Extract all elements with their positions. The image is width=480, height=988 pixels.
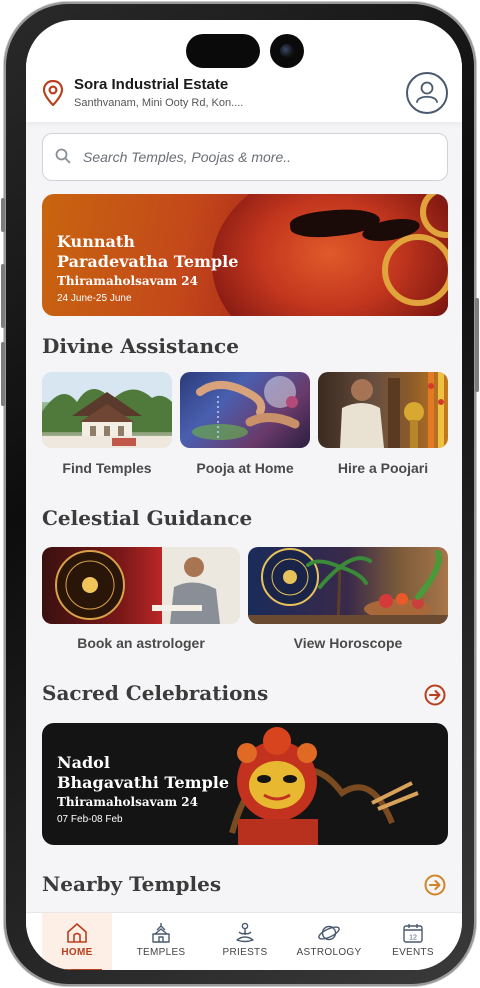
search-icon (55, 148, 71, 164)
hero-dates: 24 June-25 June (57, 293, 132, 304)
hero-title-line2: Paradevatha Temple (57, 252, 239, 271)
book-astrologer-tile[interactable] (42, 547, 240, 624)
celebration-dates: 07 Feb-08 Feb (57, 814, 123, 825)
celebrations-arrow-icon[interactable] (424, 684, 446, 706)
ornament-art (382, 234, 448, 306)
phone-frame: Sora Industrial Estate Santhvanam, Mini … (1, 2, 479, 986)
tab-temples-label: TEMPLES (136, 947, 186, 958)
front-camera (270, 34, 304, 68)
hero-banner[interactable]: Kunnath Paradevatha Temple Thiramaholsav… (42, 194, 448, 316)
active-tab-indicator (52, 969, 102, 970)
celebration-title-line2: Bhagavathi Temple (57, 773, 230, 792)
home-icon (67, 923, 87, 943)
app-screen: Sora Industrial Estate Santhvanam, Mini … (26, 20, 462, 970)
dynamic-island (186, 34, 260, 68)
celebration-title: Nadol Bhagavathi Temple (57, 753, 229, 793)
hero-title: Kunnath Paradevatha Temple (57, 232, 238, 272)
hero-title-line1: Kunnath (57, 232, 135, 251)
astrologer-photo (55, 547, 240, 624)
view-horoscope-tile[interactable] (248, 547, 448, 624)
tab-priests[interactable]: PRIESTS (202, 913, 288, 970)
volume-up-button (1, 264, 5, 328)
celebration-title-line1: Nadol (57, 753, 110, 772)
celestial-guidance-heading: Celestial Guidance (42, 506, 253, 530)
location-pin-icon[interactable] (42, 80, 64, 106)
mute-switch (1, 198, 5, 232)
hire-a-poojari-tile[interactable] (318, 372, 448, 448)
search-placeholder[interactable]: Search Temples, Poojas & more.. (83, 149, 291, 165)
find-temples-tile[interactable] (42, 372, 172, 448)
sacred-celebrations-heading: Sacred Celebrations (42, 681, 269, 705)
location-title[interactable]: Sora Industrial Estate (74, 76, 228, 93)
hire-a-poojari-label[interactable]: Hire a Poojari (318, 460, 448, 476)
tab-events[interactable]: 12 EVENTS (370, 913, 456, 970)
poojari-photo (340, 372, 444, 448)
tab-astrology-label: ASTROLOGY (296, 947, 362, 958)
divine-assistance-heading: Divine Assistance (42, 334, 239, 358)
book-astrologer-label[interactable]: Book an astrologer (42, 635, 240, 651)
find-temples-label[interactable]: Find Temples (42, 460, 172, 476)
temple-photo (42, 372, 172, 448)
bottom-tab-bar: HOME TEMPLES PRIESTS ASTROLOGY 12 EVENTS (26, 912, 462, 970)
pooja-photo (192, 376, 300, 440)
nearby-arrow-icon[interactable] (424, 874, 446, 896)
tab-astrology[interactable]: ASTROLOGY (286, 913, 372, 970)
celebration-event: Thiramaholsavam 24 (57, 795, 198, 809)
location-subtitle[interactable]: Santhvanam, Mini Ooty Rd, Kon.... (74, 97, 243, 109)
app-header: Sora Industrial Estate Santhvanam, Mini … (26, 20, 462, 122)
calendar-icon: 12 (403, 924, 423, 943)
hero-event: Thiramaholsavam 24 (57, 274, 198, 288)
volume-down-button (1, 342, 5, 406)
tab-home-label: HOME (61, 947, 93, 958)
search-bar[interactable]: Search Temples, Poojas & more.. (42, 133, 448, 181)
meditation-icon (236, 922, 254, 943)
tab-home[interactable]: HOME (42, 913, 112, 970)
nearby-temples-heading: Nearby Temples (42, 872, 222, 896)
temple-icon (152, 923, 170, 943)
tab-priests-label: PRIESTS (222, 947, 268, 958)
view-horoscope-label[interactable]: View Horoscope (248, 635, 448, 651)
pooja-at-home-tile[interactable] (180, 372, 310, 448)
power-button (475, 298, 479, 392)
tab-temples[interactable]: TEMPLES (118, 913, 204, 970)
horoscope-photo (248, 548, 448, 624)
profile-avatar-button[interactable] (406, 72, 448, 114)
planet-icon (318, 925, 340, 941)
user-icon (416, 81, 438, 103)
tab-events-label: EVENTS (392, 947, 434, 958)
celebration-banner[interactable]: Nadol Bhagavathi Temple Thiramaholsavam … (42, 723, 448, 845)
pooja-at-home-label[interactable]: Pooja at Home (180, 460, 310, 476)
svg-text:12: 12 (409, 935, 417, 942)
